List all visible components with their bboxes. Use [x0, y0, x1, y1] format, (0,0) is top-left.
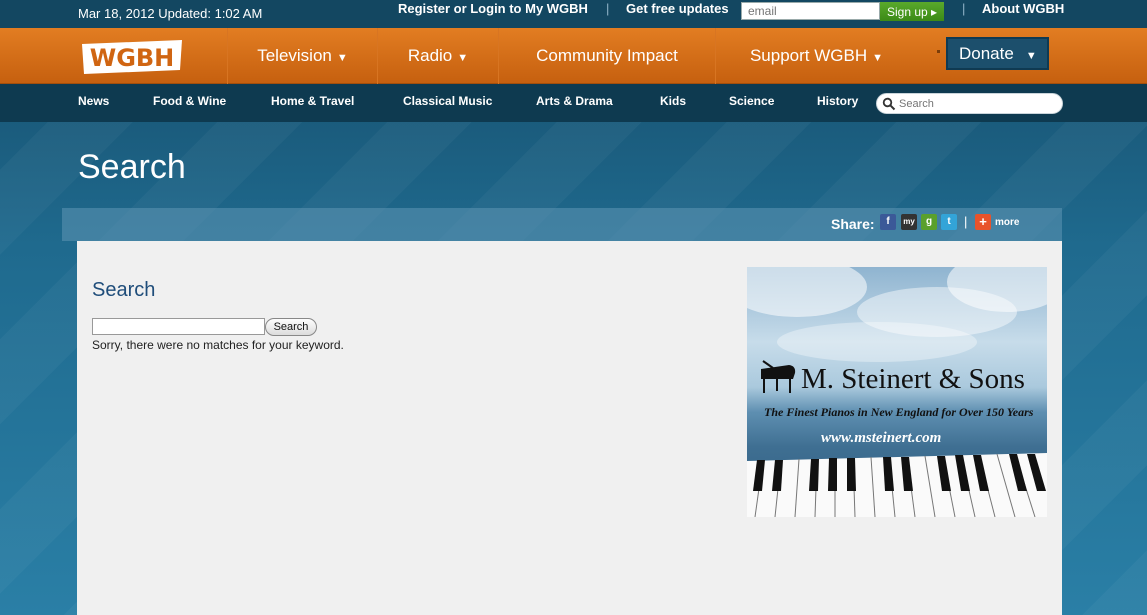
search-button[interactable]: Search [265, 318, 317, 336]
nav-label: Support WGBH [749, 46, 868, 65]
piano-keys-image [747, 453, 1047, 517]
nav-label: Community Impact [536, 46, 678, 65]
donate-label: Donate [959, 44, 1014, 63]
date-updated: Mar 18, 2012 Updated: 1:02 AM [78, 6, 263, 21]
google-icon[interactable]: g [921, 214, 937, 230]
nav-community-impact[interactable]: Community Impact [498, 28, 715, 84]
content-panel: Search Search Sorry, there were no match… [77, 241, 1062, 615]
nav-support-wgbh[interactable]: Support WGBH ▼ [715, 28, 917, 84]
subnav-science[interactable]: Science [729, 94, 774, 108]
subnav-news[interactable]: News [78, 94, 109, 108]
search-input[interactable] [899, 96, 1054, 112]
chevron-down-icon: ▼ [1025, 50, 1037, 62]
chevron-down-icon: ▼ [872, 52, 884, 64]
no-results-message: Sorry, there were no matches for your ke… [92, 338, 344, 352]
grand-piano-icon [761, 360, 796, 393]
share-label: Share: [831, 216, 875, 232]
ad-tagline: The Finest Pianos in New England for Ove… [764, 405, 1034, 419]
free-updates-label: Get free updates [626, 1, 729, 16]
site-search[interactable] [876, 93, 1063, 114]
about-wgbh-link[interactable]: About WGBH [982, 1, 1064, 16]
subnav-kids[interactable]: Kids [660, 94, 686, 108]
ad-url: www.msteinert.com [821, 430, 942, 446]
subnav-arts-drama[interactable]: Arts & Drama [536, 94, 613, 108]
advertisement[interactable]: M. Steinert & Sons The Finest Pianos in … [747, 267, 1047, 517]
nav-label: Radio [407, 46, 453, 65]
share-bar: Share: f my g t | + more [62, 208, 1062, 241]
twitter-icon[interactable]: t [941, 214, 957, 230]
subnav-history[interactable]: History [817, 94, 858, 108]
subnav-food-wine[interactable]: Food & Wine [153, 94, 226, 108]
donate-button[interactable]: Donate ▼ [946, 37, 1049, 70]
subnav-home-travel[interactable]: Home & Travel [271, 94, 354, 108]
keyword-search-input[interactable] [92, 318, 265, 335]
cloud-shape [747, 267, 867, 317]
register-login-link[interactable]: Register or Login to My WGBH [398, 1, 588, 16]
share-more-link[interactable]: more [995, 217, 1019, 228]
divider-dot [937, 50, 940, 53]
share-separator: | [964, 214, 968, 229]
myspace-icon[interactable]: my [901, 214, 917, 230]
search-icon [882, 97, 896, 111]
wgbh-logo[interactable]: WGBH [78, 38, 186, 76]
chevron-down-icon: ▼ [336, 52, 348, 64]
secondary-nav: News Food & Wine Home & Travel Classical… [0, 84, 1147, 122]
nav-radio[interactable]: Radio ▼ [377, 28, 498, 84]
page-title: Search [78, 148, 186, 186]
utility-separator: | [606, 1, 610, 16]
utility-separator: | [962, 1, 966, 16]
nav-label: Television [257, 46, 332, 65]
search-heading: Search [92, 279, 156, 301]
chevron-down-icon: ▼ [457, 52, 469, 64]
cloud-shape [777, 322, 977, 362]
nav-television[interactable]: Television ▼ [227, 28, 377, 84]
facebook-icon[interactable]: f [880, 214, 896, 230]
utility-bar: Mar 18, 2012 Updated: 1:02 AM Register o… [0, 0, 1147, 28]
main-nav: WGBH Television ▼ Radio ▼ Community Impact… [0, 28, 1147, 84]
plus-icon[interactable]: + [975, 214, 991, 230]
email-field[interactable] [741, 2, 880, 20]
ad-brand: M. Steinert & Sons [801, 363, 1025, 395]
subnav-classical-music[interactable]: Classical Music [403, 94, 492, 108]
signup-button[interactable]: Sign up ▸ [880, 2, 944, 21]
logo-text: WGBH [90, 44, 175, 72]
